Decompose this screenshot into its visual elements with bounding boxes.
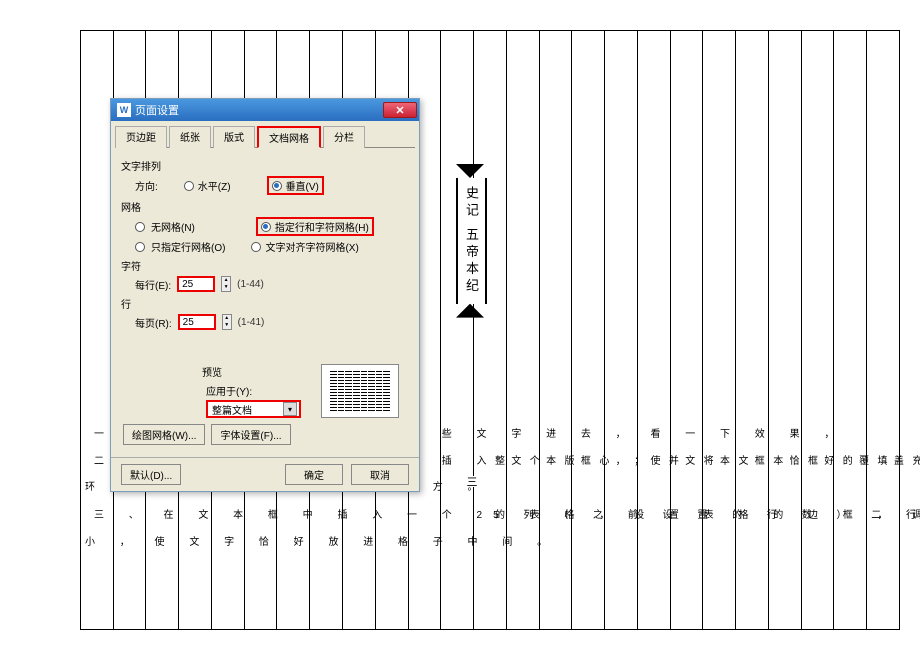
apply-to-dropdown[interactable]: 整篇文档 ▾: [206, 400, 301, 418]
apply-label: 应用于(Y):: [206, 383, 301, 398]
perline-range: (1-44): [237, 279, 264, 290]
banner-top-ornament: [456, 164, 484, 178]
section-char: 字符: [121, 258, 409, 273]
title-banner: 史记 五帝本纪: [456, 164, 484, 318]
perline-spinner[interactable]: ▲▼: [221, 276, 231, 292]
tab-margins[interactable]: 页边距: [115, 126, 167, 148]
dialog-title: 页面设置: [135, 102, 179, 118]
radio-linechar[interactable]: [261, 222, 271, 232]
radio-horizontal[interactable]: [184, 181, 194, 191]
document-title: 史记 五帝本纪: [456, 178, 487, 304]
dialog-footer: 默认(D)... 确定 取消: [111, 457, 419, 491]
app-icon: W: [117, 103, 131, 117]
apply-value: 整篇文档: [212, 402, 252, 417]
body-line-4b: 的 表 格 ， 设 置 表 格 的 边 框 ， 调 整 文 本 框 的 位 置 …: [495, 506, 920, 521]
cancel-button[interactable]: 取消: [351, 464, 409, 485]
body-line-5: 小 ， 使 文 字 恰 好 放 进 格 子 中 间 。: [85, 533, 558, 548]
opt-linechar: 指定行和字符网格(H): [275, 219, 369, 234]
opt-textalign: 文字对齐字符网格(X): [265, 239, 358, 254]
default-button[interactable]: 默认(D)...: [121, 464, 181, 485]
radio-vertical[interactable]: [272, 181, 282, 191]
chevron-down-icon: ▾: [283, 402, 297, 416]
perpage-range: (1-41): [238, 317, 265, 328]
dialog-titlebar[interactable]: W 页面设置 ✕: [111, 99, 419, 121]
dialog-body: 文字排列 方向: 水平(Z) 垂直(V) 网格 无网格(N) 指定行和字符网格(…: [111, 148, 419, 457]
font-settings-button[interactable]: 字体设置(F)...: [211, 424, 290, 445]
body-line-2b: 整 个 版 心 ； 并 将 文 本 框 的 填 充 和 线 框 颜 色 设 置 …: [495, 452, 920, 467]
perline-input[interactable]: 25: [177, 276, 215, 292]
radio-lineonly[interactable]: [135, 242, 145, 252]
direction-label: 方向:: [135, 178, 158, 193]
perpage-label: 每页(R):: [135, 315, 172, 330]
opt-nogrid: 无网格(N): [151, 219, 195, 234]
radio-textalign[interactable]: [251, 242, 261, 252]
preview-thumbnail: [321, 364, 399, 418]
radio-nogrid[interactable]: [135, 222, 145, 232]
section-preview: 预览: [202, 364, 301, 379]
ok-button[interactable]: 确定: [285, 464, 343, 485]
section-line: 行: [121, 296, 409, 311]
draw-grid-button[interactable]: 绘图网格(W)...: [123, 424, 205, 445]
opt-horizontal: 水平(Z): [198, 178, 231, 193]
perline-label: 每行(E):: [135, 277, 171, 292]
page-setup-dialog: W 页面设置 ✕ 页边距 纸张 版式 文档网格 分栏 文字排列 方向: 水平(Z…: [110, 98, 420, 492]
banner-bottom-ornament: [456, 304, 484, 318]
dialog-tabs: 页边距 纸张 版式 文档网格 分栏: [115, 125, 415, 148]
section-grid: 网格: [121, 199, 409, 214]
opt-vertical: 垂直(V): [286, 178, 319, 193]
tab-columns[interactable]: 分栏: [323, 126, 365, 148]
tab-paper[interactable]: 纸张: [169, 126, 211, 148]
close-icon[interactable]: ✕: [383, 102, 417, 118]
perpage-spinner[interactable]: ▲▼: [222, 314, 232, 330]
tab-docgrid[interactable]: 文档网格: [257, 126, 321, 148]
perpage-input[interactable]: 25: [178, 314, 216, 330]
section-direction: 文字排列: [121, 158, 409, 173]
opt-lineonly: 只指定行网格(O): [151, 239, 225, 254]
tab-layout[interactable]: 版式: [213, 126, 255, 148]
